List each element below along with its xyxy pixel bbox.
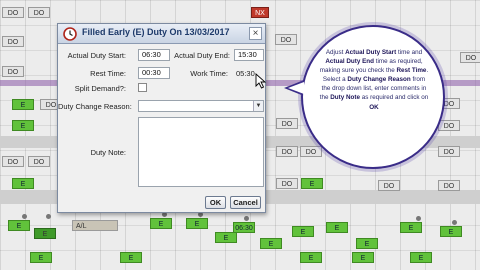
roster-cell[interactable]: DO bbox=[300, 146, 322, 157]
roster-cell[interactable]: DO bbox=[438, 120, 460, 131]
roster-shift[interactable]: E bbox=[186, 218, 208, 229]
reason-label: Duty Change Reason: bbox=[58, 102, 132, 111]
roster-cell[interactable]: DO bbox=[276, 146, 298, 157]
actual-duty-end-input[interactable]: 15:30 bbox=[234, 49, 264, 61]
roster-cell[interactable]: DO bbox=[460, 52, 480, 63]
rest-label: Rest Time: bbox=[90, 69, 126, 78]
status-dot bbox=[46, 214, 51, 219]
roster-shift[interactable]: E bbox=[292, 226, 314, 237]
roster-shift[interactable]: E bbox=[410, 252, 432, 263]
roster-shift[interactable]: E bbox=[215, 232, 237, 243]
dropdown-arrow-icon[interactable]: ▼ bbox=[253, 101, 263, 111]
roster-shift[interactable]: E bbox=[12, 99, 34, 110]
roster-shift[interactable]: 06:30 bbox=[233, 222, 255, 233]
roster-shift[interactable]: E bbox=[8, 220, 30, 231]
work-label: Work Time: bbox=[190, 69, 228, 78]
roster-cell[interactable]: DO bbox=[28, 7, 50, 18]
mouse-pointer-icon bbox=[255, 73, 267, 89]
actual-duty-start-input[interactable]: 06:30 bbox=[138, 49, 170, 61]
dialog-title: Filled Early (E) Duty On 13/03/2017 bbox=[82, 27, 230, 37]
duty-change-reason-select[interactable]: ▼ bbox=[138, 100, 264, 112]
split-label: Split Demand?: bbox=[74, 84, 126, 93]
reason-value bbox=[139, 109, 142, 116]
roster-shift[interactable]: E bbox=[326, 222, 348, 233]
ok-button[interactable]: OK bbox=[205, 196, 226, 209]
status-dot bbox=[244, 216, 249, 221]
callout-pointer-inner bbox=[288, 82, 304, 94]
roster-shift[interactable]: E bbox=[150, 218, 172, 229]
roster-shift[interactable]: E bbox=[120, 252, 142, 263]
end-label: Actual Duty End: bbox=[174, 51, 230, 60]
close-icon[interactable]: × bbox=[249, 27, 262, 40]
roster-cell[interactable]: DO bbox=[276, 178, 298, 189]
roster-cell[interactable]: DO bbox=[378, 180, 400, 191]
roster-cell[interactable]: DO bbox=[2, 156, 24, 167]
rest-time-input[interactable]: 00:30 bbox=[138, 67, 170, 79]
roster-shift[interactable]: E bbox=[12, 178, 34, 189]
roster-cell-alert[interactable]: NX bbox=[251, 7, 269, 18]
status-dot bbox=[452, 220, 457, 225]
roster-leave[interactable]: A/L bbox=[72, 220, 118, 231]
roster-cell[interactable]: DO bbox=[2, 66, 24, 77]
roster-shift[interactable]: E bbox=[260, 238, 282, 249]
roster-shift[interactable]: E bbox=[356, 238, 378, 249]
roster-shift[interactable]: E bbox=[30, 252, 52, 263]
roster-shift[interactable]: E bbox=[352, 252, 374, 263]
roster-cell[interactable]: DO bbox=[275, 34, 297, 45]
roster-cell[interactable]: DO bbox=[28, 156, 50, 167]
roster-cell[interactable]: DO bbox=[276, 118, 298, 129]
duty-dialog: Filled Early (E) Duty On 13/03/2017 × Ac… bbox=[57, 23, 266, 213]
roster-cell[interactable]: DO bbox=[438, 146, 460, 157]
work-time-value: 05:30 bbox=[236, 69, 255, 78]
roster-shift[interactable]: E bbox=[400, 222, 422, 233]
dialog-titlebar[interactable]: Filled Early (E) Duty On 13/03/2017 × bbox=[58, 24, 265, 44]
duty-note-textarea[interactable] bbox=[138, 117, 264, 187]
status-dot bbox=[416, 216, 421, 221]
roster-shift[interactable]: E bbox=[300, 252, 322, 263]
roster-shift[interactable]: E bbox=[34, 228, 56, 239]
split-demand-checkbox[interactable] bbox=[138, 83, 147, 92]
status-dot bbox=[22, 214, 27, 219]
roster-shift[interactable]: E bbox=[12, 120, 34, 131]
roster-shift[interactable]: E bbox=[301, 178, 323, 189]
roster-cell[interactable]: DO bbox=[2, 7, 24, 18]
roster-shift[interactable]: E bbox=[440, 226, 462, 237]
roster-cell[interactable]: DO bbox=[438, 180, 460, 191]
start-label: Actual Duty Start: bbox=[67, 51, 126, 60]
note-label: Duty Note: bbox=[90, 148, 126, 157]
roster-cell[interactable]: DO bbox=[2, 36, 24, 47]
clock-icon bbox=[63, 27, 77, 41]
callout-text: Adjust Actual Duty Start time and Actual… bbox=[319, 49, 429, 111]
cancel-button[interactable]: Cancel bbox=[230, 196, 261, 209]
